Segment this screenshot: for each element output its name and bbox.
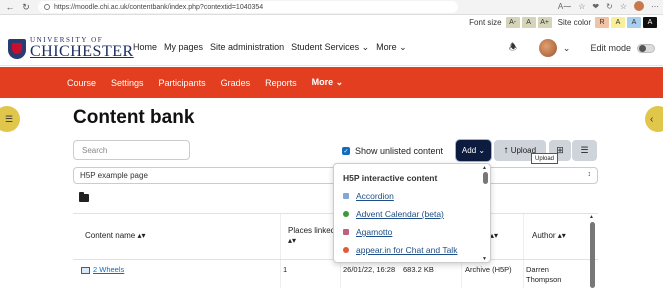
- scroll-down-icon[interactable]: ▼: [482, 256, 487, 262]
- course-nav-course[interactable]: Course: [67, 78, 96, 88]
- table-row[interactable]: 2 Wheels 1 26/01/22, 16:28 683.2 KB Arch…: [73, 259, 598, 288]
- site-color-label: Site color: [557, 18, 591, 27]
- h5p-file-icon: [81, 266, 90, 274]
- dropdown-item-advent-calendar[interactable]: Advent Calendar (beta): [343, 207, 444, 221]
- places-linked-cell: 1: [283, 265, 288, 274]
- page-title: Content bank: [73, 107, 195, 128]
- scroll-up-icon[interactable]: ▲: [482, 165, 487, 171]
- column-header-type-sort[interactable]: ▴▾: [490, 214, 510, 258]
- scroll-up-icon[interactable]: ▲: [589, 214, 594, 220]
- add-button[interactable]: Add ⌄: [456, 140, 491, 161]
- browser-toolbar: ← ↻ https://moodle.chi.ac.uk/contentbank…: [0, 0, 663, 15]
- more-icon[interactable]: ⋯: [651, 2, 659, 11]
- nav-more[interactable]: More ⌄: [376, 42, 407, 53]
- column-header-author[interactable]: Author ▴▾: [532, 214, 592, 258]
- upload-icon: ⭡: [503, 145, 508, 155]
- agamotto-icon: [343, 229, 349, 235]
- user-menu-chevron-icon[interactable]: ⌄: [563, 43, 571, 54]
- dropdown-scrollbar[interactable]: ▲ ▼: [482, 165, 488, 262]
- course-nav-participants[interactable]: Participants: [159, 78, 206, 88]
- show-unlisted-label: Show unlisted content: [355, 146, 444, 156]
- course-index-drawer-toggle[interactable]: ☰: [0, 106, 20, 132]
- size-cell: 683.2 KB: [403, 265, 434, 274]
- site-color-dark[interactable]: A: [643, 17, 657, 28]
- lock-icon: [44, 4, 50, 10]
- content-link[interactable]: 2 Wheels: [93, 265, 124, 274]
- course-nav-grades[interactable]: Grades: [221, 78, 251, 88]
- dropdown-item-accordion[interactable]: Accordion: [343, 189, 394, 203]
- profile-avatar-icon[interactable]: [634, 1, 644, 11]
- site-color-blue[interactable]: A: [627, 17, 641, 28]
- accordion-icon: [343, 193, 349, 199]
- list-view-button[interactable]: ☰: [572, 140, 597, 161]
- upload-tooltip: Upload: [531, 153, 559, 164]
- user-controls: 🕭 ⌄ Edit mode: [509, 39, 655, 57]
- dropdown-item-agamotto[interactable]: Agamotto: [343, 225, 392, 239]
- edit-mode-label: Edit mode: [590, 43, 631, 53]
- address-bar[interactable]: https://moodle.chi.ac.uk/contentbank/ind…: [38, 1, 458, 13]
- appear-in-icon: [343, 247, 349, 253]
- dropdown-header: H5P interactive content: [343, 173, 438, 183]
- last-modified-cell: 26/01/22, 16:28: [343, 265, 396, 274]
- edit-mode-toggle[interactable]: [637, 43, 655, 53]
- search-input[interactable]: Search: [73, 140, 190, 160]
- font-size-reset[interactable]: A: [521, 17, 536, 28]
- crest-icon: [8, 38, 26, 59]
- reload-icon[interactable]: ↻: [20, 1, 32, 13]
- university-logo[interactable]: UNIVERSITY OF CHICHESTER: [8, 37, 134, 60]
- refresh-icon[interactable]: ↻: [606, 2, 613, 11]
- content-name-cell[interactable]: 2 Wheels: [81, 265, 124, 275]
- course-nav-reports[interactable]: Reports: [265, 78, 297, 88]
- site-color-yellow[interactable]: A: [611, 17, 625, 28]
- address-bar-url: https://moodle.chi.ac.uk/contentbank/ind…: [54, 3, 264, 11]
- course-nav-more[interactable]: More ⌄: [312, 77, 344, 88]
- primary-navigation: Home My pages Site administration Studen…: [133, 42, 407, 53]
- read-aloud-icon[interactable]: A⁓: [558, 2, 571, 11]
- dropdown-item-appear-in[interactable]: appear.in for Chat and Talk: [343, 243, 457, 257]
- advent-calendar-icon: [343, 211, 349, 217]
- select-chevron-icon: ↕: [587, 171, 592, 178]
- author-cell: Darren Thompson: [526, 265, 562, 284]
- checkbox-checked-icon: ✓: [342, 147, 350, 155]
- font-size-decrease[interactable]: A-: [505, 17, 520, 28]
- extension-icon[interactable]: ❤: [592, 2, 599, 11]
- font-size-label: Font size: [469, 18, 502, 27]
- nav-my-pages[interactable]: My pages: [164, 42, 203, 53]
- site-header: UNIVERSITY OF CHICHESTER Home My pages S…: [0, 30, 663, 66]
- nav-home[interactable]: Home: [133, 42, 157, 53]
- nav-site-administration[interactable]: Site administration: [210, 42, 284, 53]
- nav-student-services[interactable]: Student Services ⌄: [291, 42, 369, 53]
- type-cell: Archive (H5P): [465, 265, 512, 274]
- site-color-reset[interactable]: R: [595, 17, 609, 28]
- show-unlisted-checkbox[interactable]: ✓ Show unlisted content: [342, 146, 443, 156]
- add-content-dropdown: H5P interactive content Accordion Advent…: [333, 163, 491, 263]
- font-size-increase[interactable]: A+: [537, 17, 552, 28]
- scrollbar-thumb[interactable]: [590, 222, 595, 288]
- table-scrollbar[interactable]: ▲: [589, 214, 595, 288]
- notifications-bell-icon[interactable]: 🕭: [509, 40, 517, 56]
- course-navigation: Course Settings Participants Grades Repo…: [0, 67, 663, 98]
- favorite-icon[interactable]: ☆: [578, 2, 585, 11]
- course-nav-settings[interactable]: Settings: [111, 78, 144, 88]
- logo-main-text: CHICHESTER: [30, 43, 134, 60]
- list-icon: ☰: [580, 145, 589, 155]
- chevron-left-icon: ‹: [650, 113, 654, 125]
- context-select-value: H5P example page: [80, 171, 148, 180]
- back-icon[interactable]: ←: [4, 1, 16, 13]
- column-header-places-linked[interactable]: Places linked ▴▾: [288, 214, 338, 258]
- list-icon: ☰: [4, 113, 14, 124]
- column-header-content-name[interactable]: Content name ▴▾: [85, 214, 235, 258]
- user-avatar[interactable]: [538, 39, 557, 57]
- browser-actions: A⁓ ☆ ❤ ↻ ☆ ⋯: [558, 1, 659, 11]
- dropdown-scrollbar-thumb[interactable]: [483, 172, 488, 184]
- accessibility-toolbar: Font size A- A A+ Site color R A A A: [0, 15, 663, 30]
- block-drawer-toggle[interactable]: ‹: [645, 106, 663, 132]
- folder-icon[interactable]: [79, 192, 89, 202]
- collections-icon[interactable]: ☆: [620, 2, 627, 11]
